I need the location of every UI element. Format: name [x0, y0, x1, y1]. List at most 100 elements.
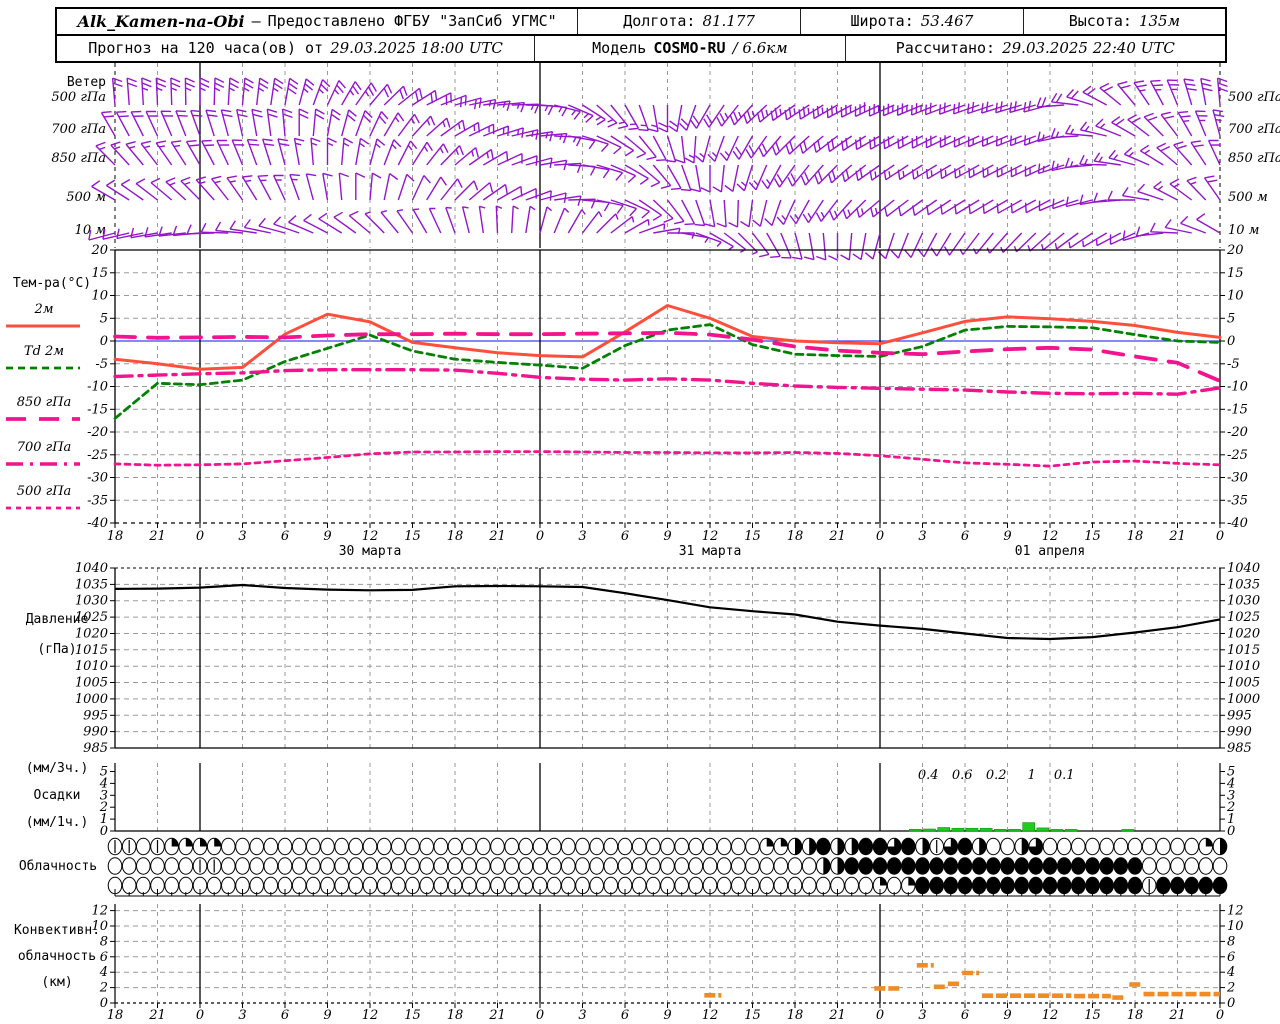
- svg-text:1035: 1035: [1227, 577, 1260, 592]
- svg-text:18: 18: [787, 1008, 804, 1023]
- svg-text:-5: -5: [95, 357, 108, 372]
- svg-text:15: 15: [1084, 529, 1101, 544]
- svg-text:5: 5: [100, 311, 108, 326]
- latitude-cell: Широта: 53.467: [800, 9, 1023, 34]
- svg-text:0.2: 0.2: [986, 768, 1007, 783]
- svg-text:6: 6: [961, 1008, 969, 1023]
- header-row-station: Alk_Kamen-na-Obi – Предоставлено ФГБУ "З…: [57, 9, 1225, 34]
- svg-text:5: 5: [1227, 765, 1235, 780]
- svg-text:10 м: 10 м: [1228, 223, 1259, 238]
- svg-text:3: 3: [578, 1008, 586, 1023]
- svg-text:4: 4: [99, 965, 108, 980]
- calc-value: 29.03.2025 22:40 UTC: [1002, 39, 1175, 57]
- svg-text:3: 3: [238, 1008, 246, 1023]
- svg-text:-15: -15: [1227, 402, 1248, 417]
- svg-text:9: 9: [663, 529, 671, 544]
- svg-text:12: 12: [91, 904, 108, 919]
- svg-text:Конвективн.: Конвективн.: [14, 923, 100, 938]
- svg-text:500 м: 500 м: [66, 190, 106, 205]
- svg-text:995: 995: [1227, 708, 1252, 723]
- svg-text:5: 5: [100, 765, 108, 780]
- longitude-cell: Долгота: 81.177: [577, 9, 800, 34]
- svg-text:995: 995: [83, 708, 108, 723]
- svg-text:-15: -15: [87, 402, 108, 417]
- svg-text:10: 10: [91, 289, 108, 304]
- svg-text:-25: -25: [87, 448, 108, 463]
- provider: Предоставлено ФГБУ "ЗапСиб УГМС": [267, 12, 557, 30]
- svg-text:(мм/1ч.): (мм/1ч.): [26, 815, 89, 830]
- svg-text:1030: 1030: [75, 594, 108, 609]
- svg-text:(гПа): (гПа): [37, 642, 76, 657]
- svg-text:15: 15: [91, 266, 108, 281]
- svg-text:1030: 1030: [1227, 594, 1260, 609]
- svg-text:1025: 1025: [1227, 610, 1260, 625]
- longitude-label: Долгота:: [623, 12, 696, 30]
- svg-text:2: 2: [1226, 981, 1235, 996]
- svg-text:0.4: 0.4: [918, 768, 939, 783]
- svg-text:-35: -35: [1227, 493, 1248, 508]
- svg-text:0: 0: [1216, 1008, 1224, 1023]
- svg-text:Тем-ра(°C): Тем-ра(°C): [13, 276, 91, 291]
- svg-text:1040: 1040: [75, 561, 108, 576]
- svg-text:20: 20: [90, 243, 108, 258]
- svg-text:1040: 1040: [1227, 561, 1260, 576]
- svg-text:(км): (км): [41, 975, 72, 990]
- svg-text:9: 9: [1003, 529, 1011, 544]
- svg-text:1000: 1000: [75, 692, 108, 707]
- svg-text:500 гПа: 500 гПа: [17, 484, 72, 499]
- svg-text:1035: 1035: [75, 577, 108, 592]
- svg-text:850 гПа: 850 гПа: [1228, 151, 1280, 166]
- svg-text:18: 18: [447, 1008, 464, 1023]
- svg-text:3: 3: [578, 529, 586, 544]
- svg-text:500 гПа: 500 гПа: [51, 90, 106, 105]
- svg-text:облачность: облачность: [18, 949, 96, 964]
- svg-text:8: 8: [100, 934, 108, 949]
- svg-text:6: 6: [281, 529, 289, 544]
- svg-text:18: 18: [1127, 1008, 1144, 1023]
- svg-text:21: 21: [828, 529, 846, 544]
- model-name: COSMO-RU: [653, 39, 726, 57]
- svg-text:12: 12: [362, 1008, 379, 1023]
- svg-text:15: 15: [744, 1008, 761, 1023]
- svg-text:0: 0: [196, 529, 204, 544]
- svg-text:3: 3: [918, 529, 926, 544]
- svg-text:4: 4: [1226, 965, 1235, 980]
- svg-text:Td 2м: Td 2м: [24, 344, 64, 359]
- svg-text:18: 18: [107, 529, 124, 544]
- svg-text:12: 12: [1227, 904, 1244, 919]
- svg-text:12: 12: [1042, 1008, 1059, 1023]
- station-name: Alk_Kamen-na-Obi: [77, 12, 245, 31]
- svg-text:-20: -20: [87, 425, 108, 440]
- altitude-value: 135м: [1138, 12, 1181, 30]
- svg-text:0.6: 0.6: [952, 768, 973, 783]
- svg-text:-30: -30: [87, 471, 108, 486]
- svg-text:3: 3: [238, 529, 246, 544]
- svg-text:0: 0: [876, 1008, 884, 1023]
- svg-text:500 м: 500 м: [1228, 190, 1268, 205]
- svg-text:Давление: Давление: [26, 612, 89, 627]
- svg-text:0.1: 0.1: [1054, 768, 1075, 783]
- svg-text:6: 6: [961, 529, 969, 544]
- svg-text:1015: 1015: [75, 643, 108, 658]
- svg-text:Облачность: Облачность: [19, 859, 97, 874]
- forecast-cell: Прогноз на 120 часа(ов) от 29.03.2025 18…: [57, 36, 534, 61]
- svg-text:0: 0: [876, 529, 884, 544]
- svg-text:-20: -20: [1227, 425, 1248, 440]
- svg-text:18: 18: [447, 529, 464, 544]
- meteogram-page: Ветер 500 гПа 500 гПа 700 гПа 700 гПа 850 гПа…: [0, 0, 1280, 1024]
- svg-text:990: 990: [83, 725, 108, 740]
- svg-text:0: 0: [1227, 996, 1235, 1011]
- svg-text:21: 21: [1168, 1008, 1186, 1023]
- svg-text:985: 985: [1227, 741, 1252, 756]
- station-sep: –: [251, 12, 261, 30]
- svg-text:850 гПа: 850 гПа: [51, 151, 106, 166]
- svg-text:700 гПа: 700 гПа: [17, 440, 72, 455]
- svg-text:15: 15: [1227, 266, 1244, 281]
- svg-text:3: 3: [918, 1008, 926, 1023]
- svg-text:-10: -10: [1227, 380, 1248, 395]
- svg-text:18: 18: [1127, 529, 1144, 544]
- svg-text:-40: -40: [87, 516, 108, 531]
- svg-text:700 гПа: 700 гПа: [51, 122, 106, 137]
- svg-text:20: 20: [1226, 243, 1244, 258]
- svg-text:1: 1: [1027, 768, 1035, 783]
